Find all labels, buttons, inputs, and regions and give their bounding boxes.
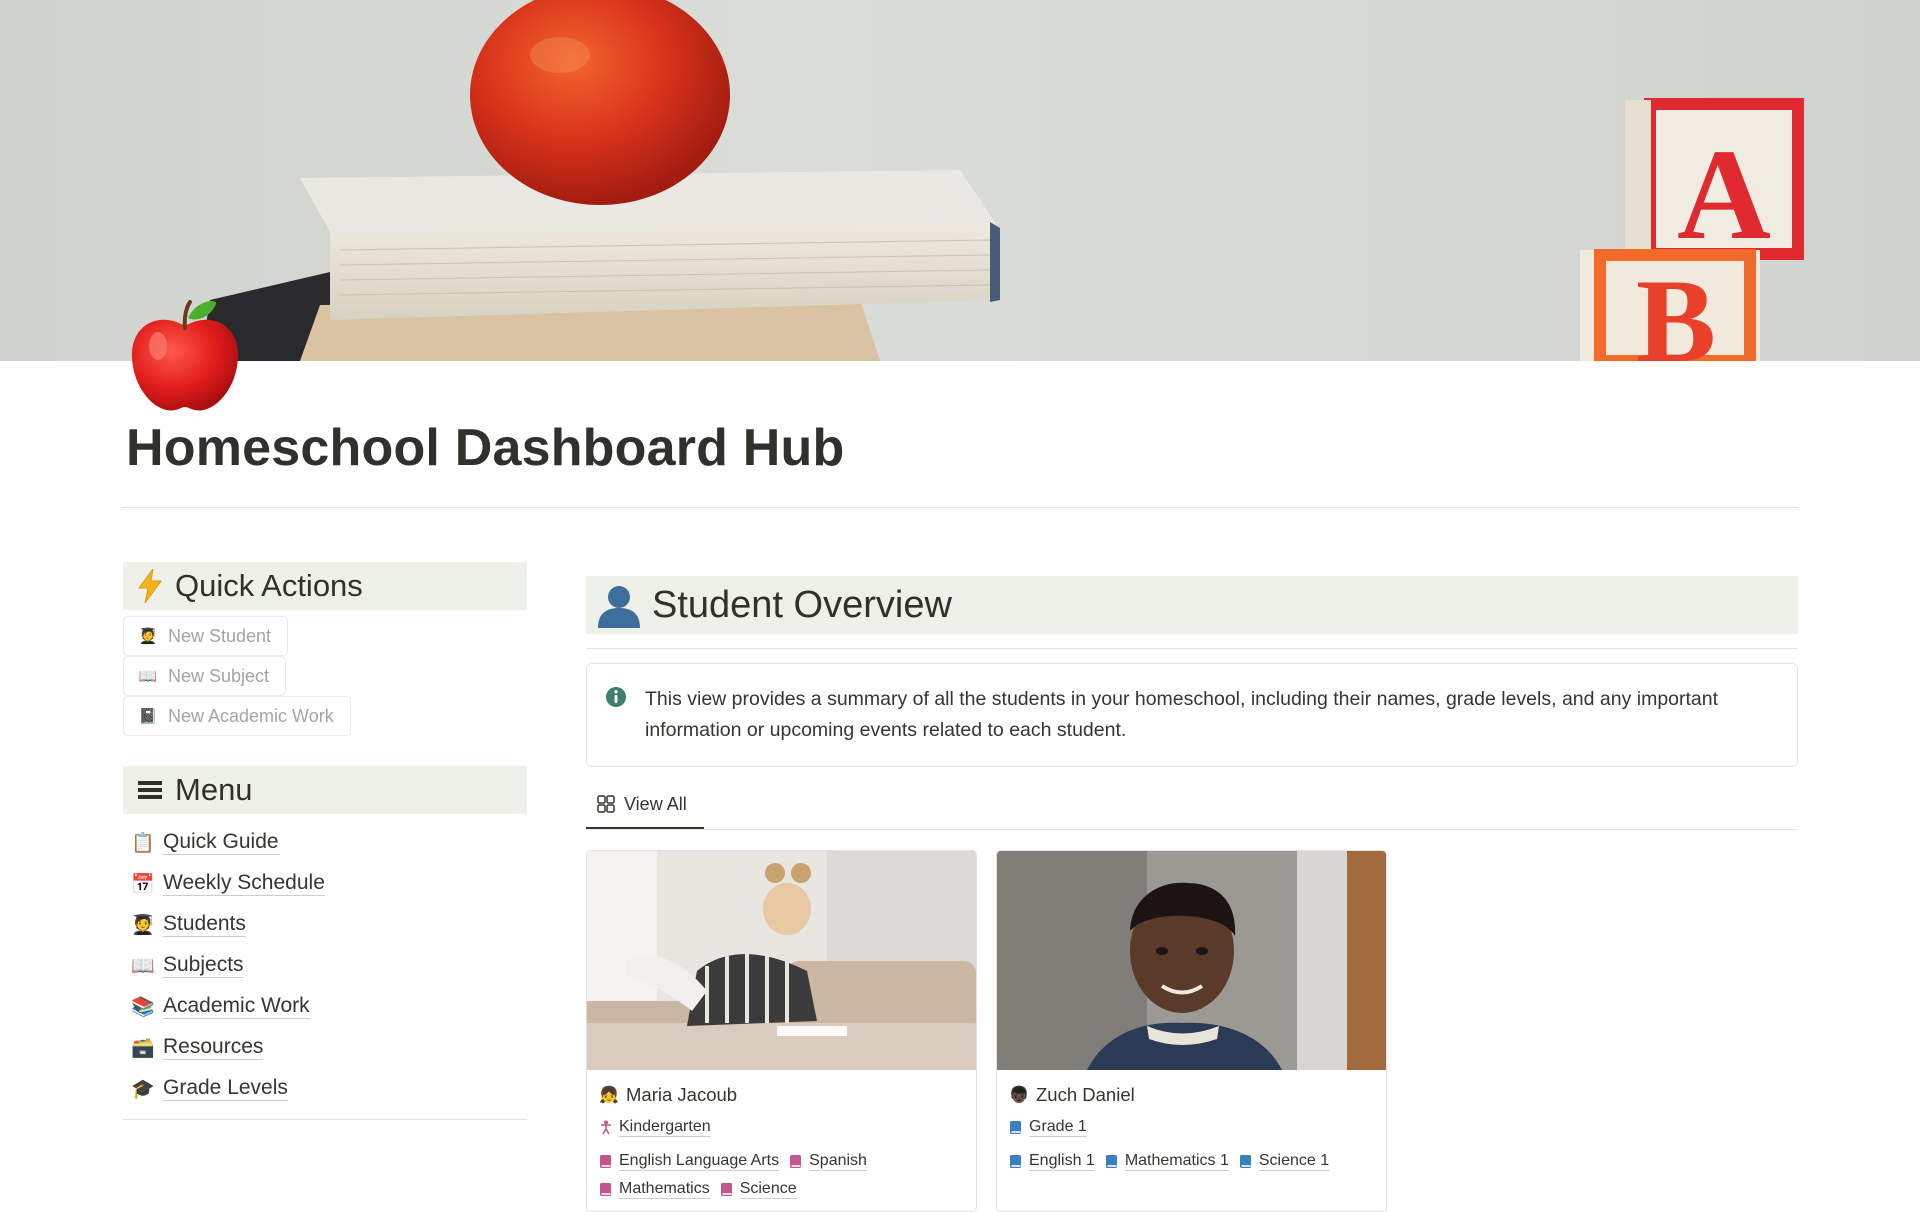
view-tabs: View All xyxy=(586,781,1798,830)
student-card-maria[interactable]: 👧 Maria Jacoub Kindergarten English Lang… xyxy=(586,850,977,1212)
svg-text:A: A xyxy=(1677,123,1771,267)
books-icon: 📚 xyxy=(131,996,155,1018)
quick-actions-title: Quick Actions xyxy=(175,568,363,603)
quick-actions-list: 🧑‍🎓 New Student 📖 New Subject 📓 New Acad… xyxy=(123,610,527,736)
book-icon xyxy=(600,1154,611,1168)
subjects-property: English Language Arts Spanish Mathematic… xyxy=(599,1149,964,1205)
student-photo xyxy=(997,851,1386,1070)
student-overview-title: Student Overview xyxy=(652,583,952,626)
book-icon xyxy=(1010,1154,1021,1168)
subject-tag[interactable]: English 1 xyxy=(1009,1149,1095,1173)
svg-text:B: B xyxy=(1636,254,1716,361)
notebook-icon: 📓 xyxy=(138,708,158,725)
gallery-icon xyxy=(597,795,615,813)
left-column: Quick Actions 🧑‍🎓 New Student 📖 New Subj… xyxy=(123,562,527,1120)
title-divider xyxy=(122,507,1798,508)
new-academic-work-button[interactable]: 📓 New Academic Work xyxy=(123,696,351,736)
info-icon xyxy=(606,687,626,707)
new-subject-label: New Subject xyxy=(168,665,270,686)
new-student-button[interactable]: 🧑‍🎓 New Student xyxy=(123,616,289,656)
student-overview-heading: Student Overview xyxy=(586,576,1798,634)
book-icon xyxy=(720,1182,732,1196)
menu-item-subjects[interactable]: 📖 Subjects xyxy=(123,945,527,986)
tab-label: View All xyxy=(624,793,687,814)
figure-icon xyxy=(601,1120,611,1134)
clipboard-icon: 📋 xyxy=(131,832,155,854)
book-icon xyxy=(1105,1154,1117,1168)
subject-tag[interactable]: Science 1 xyxy=(1239,1149,1330,1173)
student-icon: 🧑‍🎓 xyxy=(131,914,155,936)
subject-tag[interactable]: Science xyxy=(720,1177,797,1201)
subject-label: Science xyxy=(739,1180,797,1199)
tab-view-all[interactable]: View All xyxy=(586,781,704,829)
new-subject-button[interactable]: 📖 New Subject xyxy=(123,656,287,696)
new-student-label: New Student xyxy=(168,625,272,646)
menu-item-grade-levels[interactable]: 🎓 Grade Levels xyxy=(123,1068,527,1109)
calendar-icon: 📅 xyxy=(131,873,155,895)
student-name: Zuch Daniel xyxy=(1036,1084,1135,1105)
new-academic-work-label: New Academic Work xyxy=(168,705,334,726)
subject-tag[interactable]: Mathematics 1 xyxy=(1105,1149,1229,1173)
subject-label: Mathematics xyxy=(619,1180,710,1199)
cover-image: A B xyxy=(0,0,1920,361)
red-apple-icon[interactable] xyxy=(128,296,242,416)
subject-label: English Language Arts xyxy=(619,1152,780,1171)
lightning-icon xyxy=(135,569,165,603)
menu-item-label: Grade Levels xyxy=(163,1076,288,1101)
file-box-icon: 🗃️ xyxy=(131,1037,155,1059)
student-photo xyxy=(587,851,976,1070)
cover-illustration: A B xyxy=(200,0,1804,361)
grade-level-property: Kindergarten xyxy=(599,1115,964,1143)
menu-divider xyxy=(123,1119,527,1120)
callout-text: This view provides a summary of all the … xyxy=(645,688,1719,741)
subject-tag[interactable]: Mathematics xyxy=(599,1177,710,1201)
menu-list: 📋 Quick Guide 📅 Weekly Schedule 🧑‍🎓 Stud… xyxy=(123,814,527,1109)
menu-item-weekly-schedule[interactable]: 📅 Weekly Schedule xyxy=(123,863,527,904)
grade-tag[interactable]: Kindergarten xyxy=(599,1115,711,1139)
book-icon xyxy=(790,1154,802,1168)
open-book-icon: 📖 xyxy=(131,955,155,977)
menu-item-quick-guide[interactable]: 📋 Quick Guide xyxy=(123,822,527,863)
menu-item-academic-work[interactable]: 📚 Academic Work xyxy=(123,986,527,1027)
hamburger-icon xyxy=(135,773,165,807)
book-icon xyxy=(1010,1120,1021,1134)
student-icon: 🧑‍🎓 xyxy=(138,628,158,645)
grade-level-property: Grade 1 xyxy=(1009,1115,1374,1143)
subject-label: Mathematics 1 xyxy=(1124,1152,1229,1171)
menu-item-label: Students xyxy=(163,912,246,937)
book-icon xyxy=(1239,1154,1251,1168)
student-card-zuch[interactable]: 👦🏿 Zuch Daniel Grade 1 English 1 Mathema… xyxy=(996,850,1387,1212)
open-book-icon: 📖 xyxy=(138,668,158,685)
menu-item-resources[interactable]: 🗃️ Resources xyxy=(123,1027,527,1068)
book-icon xyxy=(600,1182,611,1196)
menu-title: Menu xyxy=(175,772,253,807)
boy-face-icon: 👦🏿 xyxy=(1009,1087,1029,1104)
student-name: Maria Jacoub xyxy=(626,1084,738,1105)
quick-actions-heading: Quick Actions xyxy=(123,562,527,610)
subject-tag[interactable]: Spanish xyxy=(789,1149,867,1173)
grade-label: Kindergarten xyxy=(619,1118,711,1137)
grade-label: Grade 1 xyxy=(1029,1118,1087,1137)
right-column: Student Overview This view provides a su… xyxy=(586,576,1798,1212)
overview-divider xyxy=(586,648,1798,649)
subjects-property: English 1 Mathematics 1 Science 1 xyxy=(1009,1149,1374,1177)
subject-tag[interactable]: English Language Arts xyxy=(599,1149,780,1173)
graduation-cap-icon: 🎓 xyxy=(131,1078,155,1100)
subject-label: Spanish xyxy=(809,1152,867,1171)
subject-label: Science 1 xyxy=(1258,1152,1330,1171)
menu-heading: Menu xyxy=(123,766,527,814)
info-callout: This view provides a summary of all the … xyxy=(586,663,1798,767)
girl-face-icon: 👧 xyxy=(599,1087,619,1104)
menu-item-label: Weekly Schedule xyxy=(163,871,325,896)
subject-label: English 1 xyxy=(1029,1152,1095,1171)
menu-item-students[interactable]: 🧑‍🎓 Students xyxy=(123,904,527,945)
person-silhouette-icon xyxy=(596,582,642,628)
grade-tag[interactable]: Grade 1 xyxy=(1009,1115,1087,1139)
page-title: Homeschool Dashboard Hub xyxy=(126,419,845,477)
menu-item-label: Quick Guide xyxy=(163,830,279,855)
menu-item-label: Academic Work xyxy=(163,994,310,1019)
menu-item-label: Subjects xyxy=(163,953,244,978)
menu-item-label: Resources xyxy=(163,1035,264,1060)
